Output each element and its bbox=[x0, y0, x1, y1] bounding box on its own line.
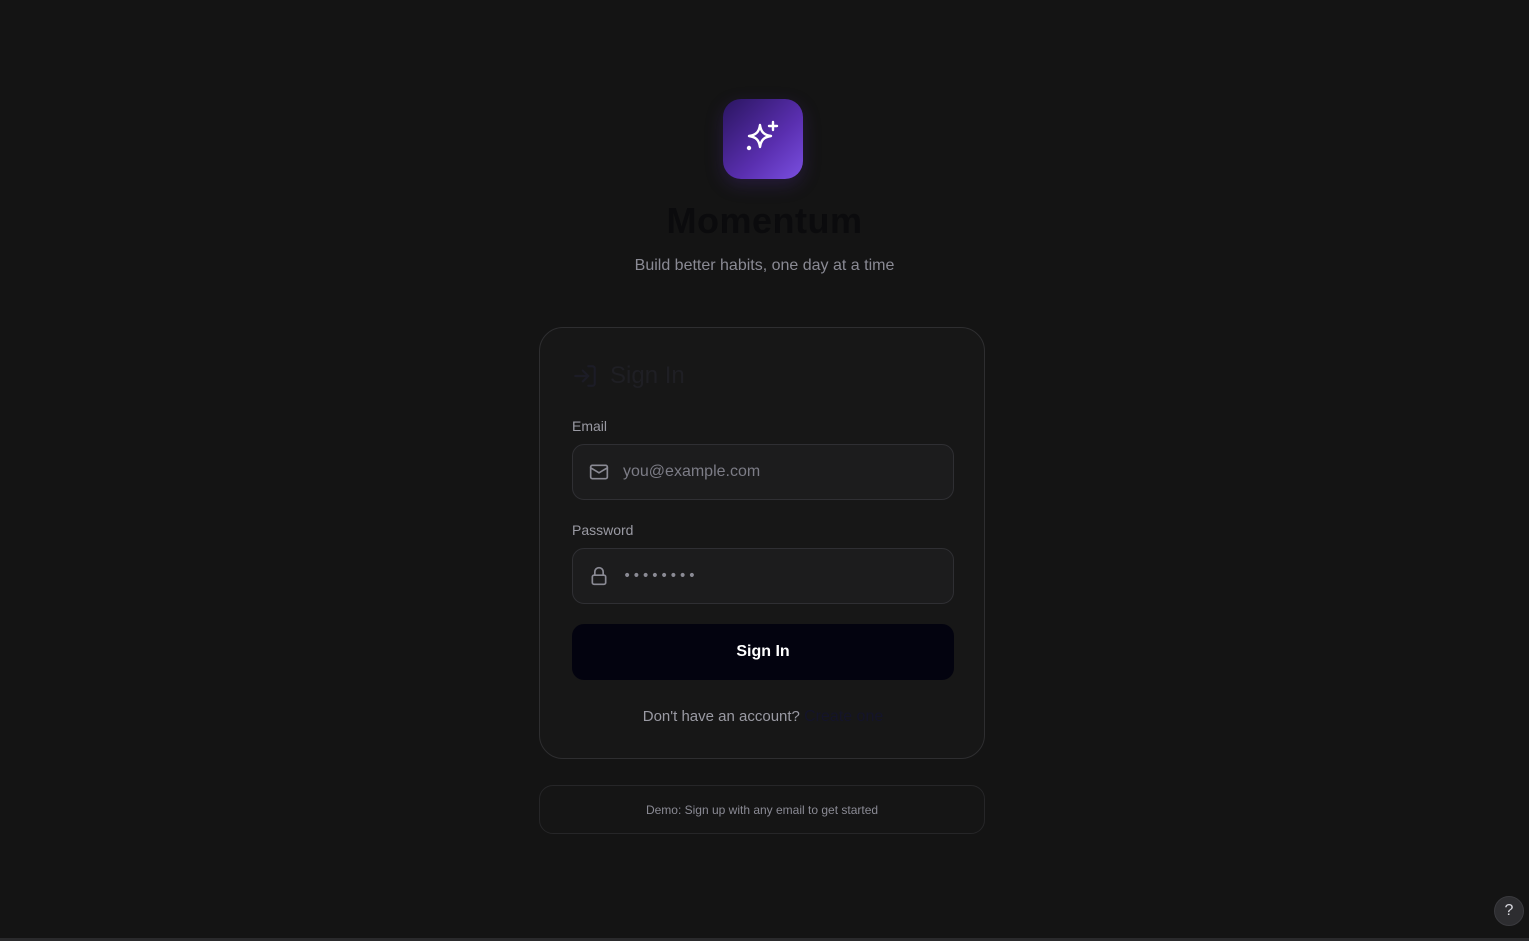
app-tagline: Build better habits, one day at a time bbox=[634, 257, 895, 274]
email-field[interactable] bbox=[572, 444, 954, 500]
password-field[interactable]: •••••••• bbox=[572, 548, 954, 604]
signin-card: Sign In Email Password •••••••• Sign In … bbox=[539, 327, 985, 759]
password-label: Password bbox=[572, 522, 634, 538]
lock-icon bbox=[591, 566, 607, 586]
email-label: Email bbox=[572, 418, 608, 434]
signin-card-header: Sign In bbox=[572, 362, 685, 390]
signin-button[interactable]: Sign In bbox=[572, 624, 954, 680]
signup-prompt-text: Don't have an account? bbox=[642, 708, 800, 725]
create-account-link[interactable]: Create one bbox=[804, 708, 883, 725]
email-input[interactable] bbox=[621, 462, 945, 482]
signup-prompt-row: Don't have an account? Create one bbox=[540, 708, 986, 726]
mail-icon bbox=[589, 464, 609, 480]
login-page: Momentum Build better habits, one day at… bbox=[0, 0, 1529, 941]
help-button[interactable]: ? bbox=[1494, 896, 1524, 926]
app-title: Momentum bbox=[666, 200, 863, 241]
demo-notice-text: Demo: Sign up with any email to get star… bbox=[645, 802, 879, 817]
signin-title: Sign In bbox=[610, 362, 685, 389]
demo-notice: Demo: Sign up with any email to get star… bbox=[539, 785, 985, 834]
sparkles-icon bbox=[746, 120, 779, 151]
app-logo bbox=[723, 99, 803, 179]
help-icon: ? bbox=[1504, 902, 1514, 919]
log-in-icon bbox=[574, 365, 596, 387]
password-input[interactable]: •••••••• bbox=[623, 568, 697, 584]
